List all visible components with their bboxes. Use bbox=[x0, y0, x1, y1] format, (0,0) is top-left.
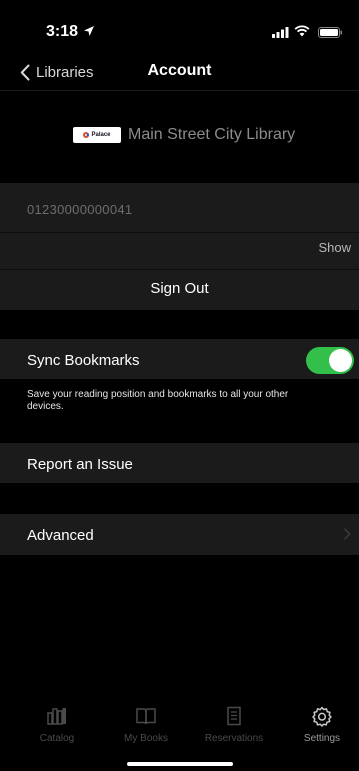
home-indicator[interactable] bbox=[127, 762, 233, 766]
card-divider bbox=[0, 232, 359, 233]
status-time: 3:18 bbox=[46, 23, 79, 40]
sync-bookmarks-toggle[interactable] bbox=[306, 347, 354, 374]
tab-catalog-label: Catalog bbox=[39, 733, 75, 744]
report-issue-label: Report an Issue bbox=[27, 456, 133, 473]
tab-my-books-label: My Books bbox=[124, 733, 168, 744]
tab-settings[interactable]: Settings bbox=[282, 705, 359, 744]
palace-logo-text: Palace bbox=[91, 132, 111, 138]
status-bar: 3:18 bbox=[0, 0, 359, 60]
toggle-knob bbox=[329, 349, 352, 372]
tab-bar: Catalog My Books Reservations Settings bbox=[0, 700, 359, 755]
sync-bookmarks-label: Sync Bookmarks bbox=[27, 352, 140, 369]
palace-logo: Palace bbox=[73, 127, 121, 143]
library-header: Palace Main Street City Library bbox=[0, 112, 359, 162]
account-card: 01230000000041 Show Sign Out bbox=[0, 183, 359, 310]
tab-my-books[interactable]: My Books bbox=[106, 705, 186, 744]
advanced-row[interactable]: Advanced bbox=[0, 514, 359, 555]
report-issue-row[interactable]: Report an Issue bbox=[0, 443, 359, 483]
navigation-bar: Libraries Account bbox=[0, 56, 359, 90]
nav-divider bbox=[0, 90, 359, 91]
tab-catalog[interactable]: Catalog bbox=[17, 705, 97, 744]
chevron-right-icon bbox=[343, 527, 351, 541]
library-name: Main Street City Library bbox=[128, 126, 296, 143]
location-arrow-icon bbox=[84, 26, 94, 36]
sync-bookmarks-row: Sync Bookmarks bbox=[0, 339, 359, 379]
reservations-icon bbox=[227, 706, 241, 726]
cellular-signal-icon bbox=[272, 27, 289, 38]
barcode-field[interactable]: 01230000000041 bbox=[27, 202, 132, 217]
tab-reservations-label: Reservations bbox=[204, 733, 264, 744]
tab-reservations[interactable]: Reservations bbox=[194, 705, 274, 744]
gear-icon bbox=[312, 706, 332, 727]
book-icon bbox=[136, 708, 156, 725]
page-title: Account bbox=[147, 62, 212, 79]
advanced-label: Advanced bbox=[27, 527, 94, 544]
catalog-icon bbox=[47, 708, 66, 725]
sign-out-button[interactable]: Sign Out bbox=[0, 280, 359, 297]
card-divider bbox=[0, 269, 359, 270]
palace-logo-mark-icon bbox=[83, 132, 90, 138]
sync-bookmarks-description: Save your reading position and bookmarks… bbox=[27, 389, 289, 412]
show-pin-button[interactable]: Show bbox=[318, 240, 351, 255]
wifi-icon bbox=[294, 25, 310, 37]
tab-settings-label: Settings bbox=[303, 733, 341, 744]
battery-icon bbox=[318, 27, 343, 38]
